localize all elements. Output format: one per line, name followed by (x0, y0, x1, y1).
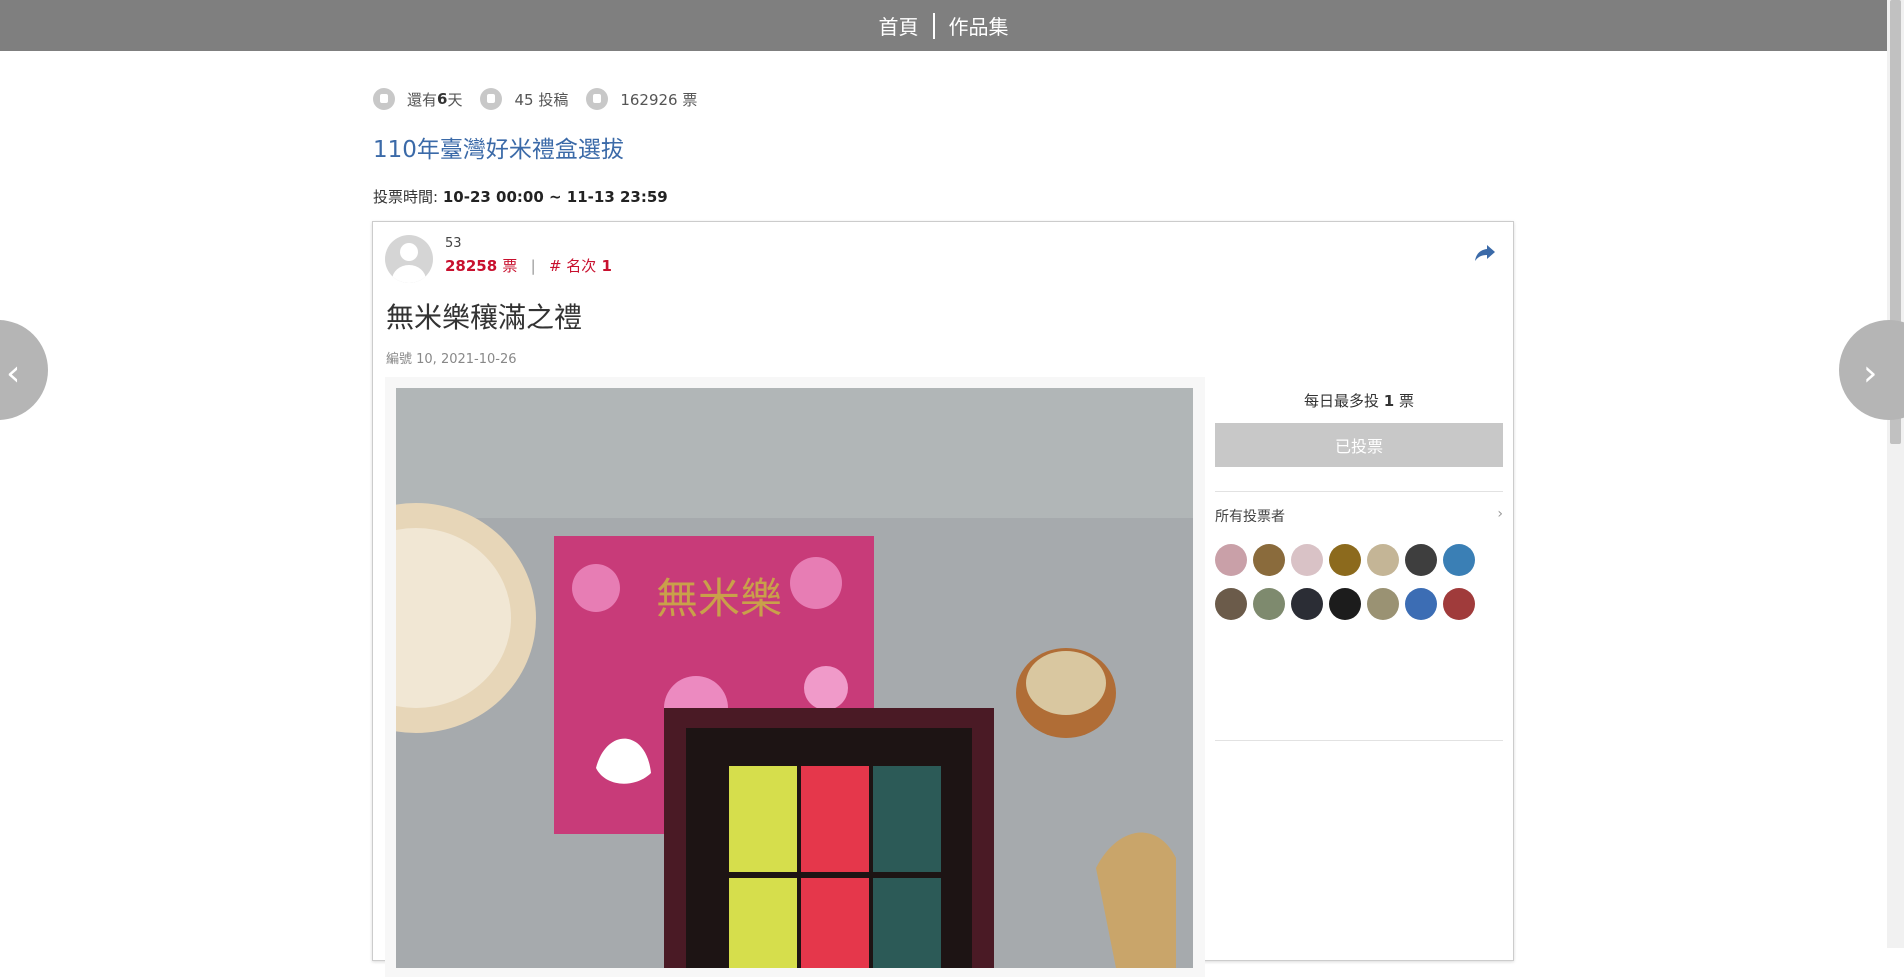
voted-button[interactable]: 已投票 (1215, 423, 1503, 467)
next-entry-button[interactable]: › (1839, 320, 1904, 420)
entry-card: 53 28258 票 | # 名次 1 無米樂穰滿之禮 編號 10, 2021-… (372, 221, 1514, 977)
voter-avatar[interactable] (1367, 588, 1399, 620)
voters-divider (1215, 740, 1503, 741)
previous-entry-button[interactable]: ‹ (0, 320, 48, 420)
vote-time-value: 10-23 00:00 ~ 11-13 23:59 (442, 188, 668, 206)
all-voters-header[interactable]: 所有投票者 › (1215, 491, 1503, 526)
nav-home-link[interactable]: 首頁 (865, 11, 933, 40)
chevron-left-icon: ‹ (6, 353, 21, 394)
entry-rank-value: 1 (601, 257, 612, 275)
vote-time-label: 投票時間: (373, 188, 439, 206)
scrollbar[interactable] (1887, 0, 1904, 948)
author-avatar[interactable] (385, 235, 433, 283)
event-title[interactable]: 110年臺灣好米禮盒選拔 (373, 130, 624, 164)
daily-limit-prefix: 每日最多投 (1303, 392, 1379, 410)
clock-icon (373, 88, 395, 110)
event-stats: 還有 6 天 45 投稿 162926 票 (373, 88, 715, 110)
voter-avatar[interactable] (1291, 544, 1323, 576)
chevron-right-icon: › (1863, 353, 1878, 394)
chevron-right-icon: › (1497, 506, 1503, 522)
daily-limit-value: 1 (1383, 392, 1395, 410)
entry-meta: 編號 10, 2021-10-26 (386, 352, 517, 367)
voter-avatar[interactable] (1291, 588, 1323, 620)
voter-avatar[interactable] (1253, 544, 1285, 576)
voter-avatar[interactable] (1405, 544, 1437, 576)
gift-box-photo-illustration: 無米樂 (396, 388, 1193, 968)
voter-avatar[interactable] (1329, 588, 1361, 620)
voter-avatar[interactable] (1329, 544, 1361, 576)
share-icon[interactable] (1473, 240, 1497, 264)
entry-photo[interactable]: 無米樂 (396, 388, 1193, 968)
author-name[interactable]: 53 (445, 236, 462, 251)
svg-text:無米樂: 無米樂 (656, 574, 782, 623)
voter-avatar[interactable] (1367, 544, 1399, 576)
posts-count: 45 投稿 (514, 90, 569, 109)
entry-vote-count: 28258 (445, 257, 498, 275)
vote-time: 投票時間: 10-23 00:00 ~ 11-13 23:59 (373, 186, 668, 207)
daily-limit: 每日最多投 1 票 (1215, 390, 1503, 411)
voter-avatar-grid (1215, 544, 1503, 620)
voter-avatar[interactable] (1443, 544, 1475, 576)
entry-title: 無米樂穰滿之禮 (386, 301, 583, 334)
voter-avatar[interactable] (1405, 588, 1437, 620)
vote-sidebar: 每日最多投 1 票 已投票 所有投票者 › (1215, 377, 1503, 741)
days-left-stat: 還有 6 天 (373, 88, 462, 110)
daily-limit-suffix: 票 (1399, 392, 1415, 410)
votes-stat: 162926 票 (586, 88, 697, 110)
all-voters-title: 所有投票者 (1215, 509, 1285, 525)
nav-works-link[interactable]: 作品集 (935, 11, 1023, 40)
days-left-value: 6 (437, 90, 448, 108)
top-nav: 首頁 作品集 (0, 0, 1887, 51)
voter-avatar[interactable] (1253, 588, 1285, 620)
user-icon (480, 88, 503, 110)
entry-image-frame: 無米樂 (385, 377, 1205, 977)
entry-rank-label: # 名次 (548, 257, 597, 275)
posts-stat: 45 投稿 (480, 88, 568, 110)
voter-avatar[interactable] (1443, 588, 1475, 620)
vote-rank-divider: | (530, 257, 536, 275)
voter-avatar[interactable] (1215, 588, 1247, 620)
total-votes: 162926 票 (620, 90, 698, 109)
thumbs-up-icon (586, 88, 609, 110)
voter-avatar[interactable] (1215, 544, 1247, 576)
days-left-prefix: 還有 (407, 90, 438, 109)
entry-vote-unit: 票 (502, 257, 518, 275)
entry-vote-line: 28258 票 | # 名次 1 (445, 255, 612, 276)
days-left-suffix: 天 (447, 90, 463, 109)
